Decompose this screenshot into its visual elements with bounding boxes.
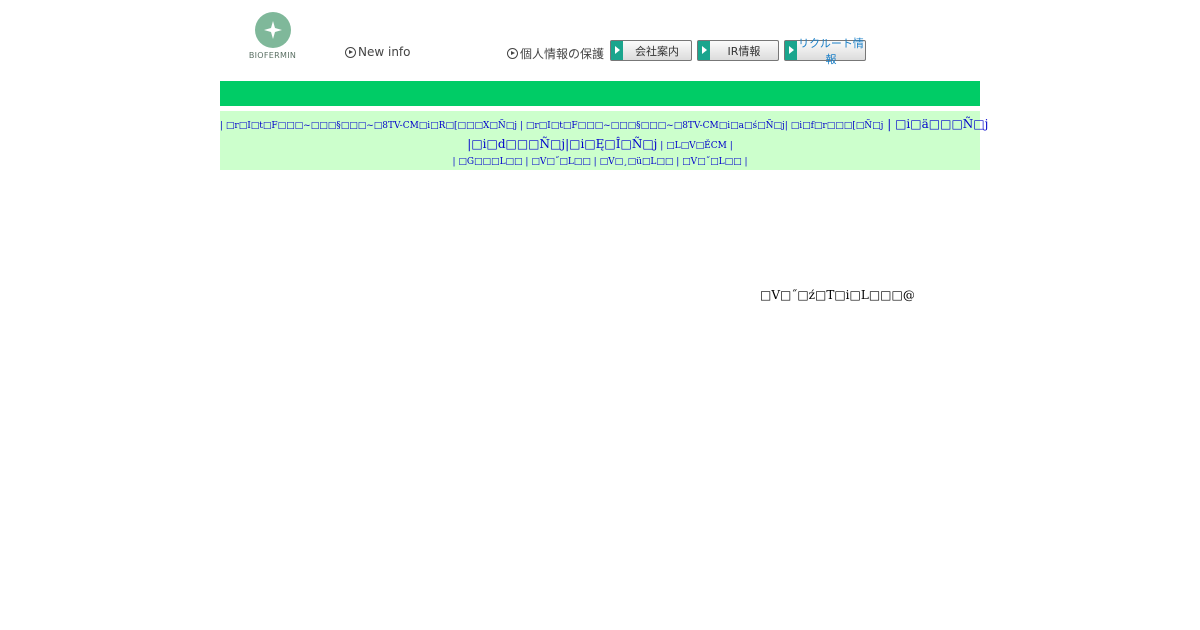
sparkle-icon <box>263 21 282 39</box>
header: BIOFERMIN New info 個人情報の保護 会社案内 IR情報 リクル… <box>220 0 980 81</box>
nav-link[interactable]: □V□˝□L□□ <box>531 157 591 167</box>
page-container: BIOFERMIN New info 個人情報の保護 会社案内 IR情報 リクル… <box>220 0 988 170</box>
privacy-link[interactable]: 個人情報の保護 <box>507 45 604 62</box>
nav-link[interactable]: □i□Ę□Î□Ñ□j <box>569 137 657 151</box>
nav-link[interactable]: □i□ä□□□Ñ□j <box>895 117 988 131</box>
company-info-button[interactable]: 会社案内 <box>610 40 692 61</box>
nav-link[interactable]: □r□I□t□F□□□~□□□§□□□~□8TV-CM□i□a□ś□Ñ□j <box>526 121 785 131</box>
nav-link[interactable]: □G□□□L□□ <box>458 157 522 167</box>
arrow-right-icon <box>611 41 623 60</box>
arrow-right-icon <box>785 41 797 60</box>
nav-link[interactable]: □i□d□□□Ñ□j <box>471 137 565 151</box>
play-circle-icon <box>507 48 518 59</box>
new-info-link[interactable]: New info <box>345 45 411 59</box>
arrow-right-icon <box>698 41 710 60</box>
ir-info-label: IR情報 <box>727 44 761 58</box>
nav-link[interactable]: □i□f□r□□□[□Ñ□j <box>791 121 884 131</box>
nav-link[interactable]: □r□I□t□F□□□~□□□§□□□~□8TV-CM□i□R□[□□□X□Ñ□… <box>226 121 517 131</box>
recruit-info-label: リクルート情報 <box>798 36 864 66</box>
logo-emblem-icon <box>254 12 291 48</box>
nav-links-box: | □r□I□t□F□□□~□□□§□□□~□8TV-CM□i□R□[□□□X□… <box>220 111 989 170</box>
main-garbled-text: □V□˝□ź□T□i□L□□□@ <box>760 288 915 302</box>
ir-info-button[interactable]: IR情報 <box>697 40 779 61</box>
nav-line-3: | □G□□□L□□ | □V□˝□L□□ | □V□¸□ü□L□□ | □V□… <box>452 157 748 167</box>
company-info-label: 会社案内 <box>635 44 679 58</box>
recruit-info-button[interactable]: リクルート情報 <box>784 37 866 66</box>
nav-line-1: | □r□I□t□F□□□~□□□§□□□~□8TV-CM□i□R□[□□□X□… <box>220 117 989 131</box>
new-info-label: New info <box>358 45 411 59</box>
green-banner-bar <box>220 81 980 106</box>
logo-text: BIOFERMIN <box>248 51 297 60</box>
play-circle-icon <box>345 46 356 58</box>
biofermin-logo[interactable]: BIOFERMIN <box>245 12 300 60</box>
nav-link[interactable]: □V□˝□L□□ <box>682 157 742 167</box>
nav-link[interactable]: □L□V□ĚCM <box>666 141 727 151</box>
nav-link[interactable]: □V□¸□ü□L□□ <box>600 157 674 167</box>
privacy-label: 個人情報の保護 <box>520 47 605 61</box>
